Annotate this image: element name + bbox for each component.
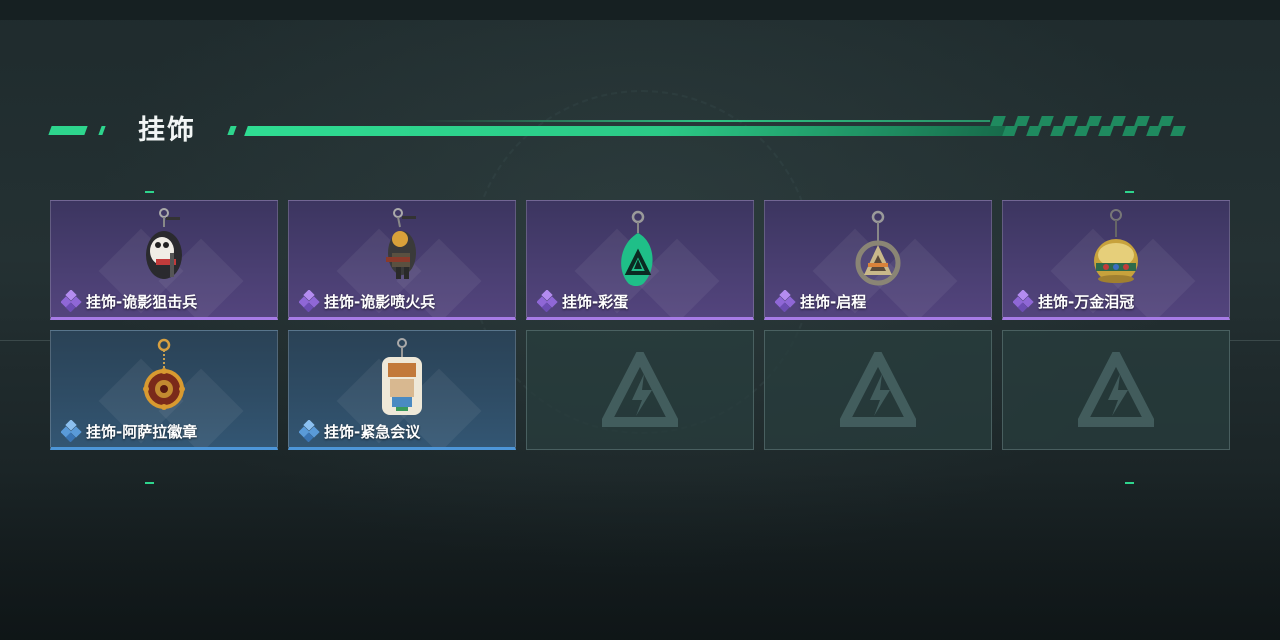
charm-card[interactable]: 挂饰-启程 — [764, 200, 992, 320]
charm-label: 挂饰-紧急会议 — [299, 420, 420, 442]
game-logo-icon — [1078, 352, 1154, 427]
charm-name: 挂饰-紧急会议 — [324, 422, 421, 441]
header-accent-bar — [98, 126, 106, 135]
charm-card[interactable]: 挂饰-诡影喷火兵 — [288, 200, 516, 320]
charm-label: 挂饰-阿萨拉徽章 — [61, 420, 197, 442]
rarity-diamond-icon — [775, 290, 796, 312]
charm-name: 挂饰-启程 — [800, 292, 867, 311]
rarity-diamond-icon — [1013, 290, 1034, 312]
charm-card[interactable]: 挂饰-紧急会议 — [288, 330, 516, 450]
charm-card[interactable]: 挂饰-诡影狙击兵 — [50, 200, 278, 320]
top-bar — [0, 0, 1280, 20]
header-progress-bar — [244, 126, 1008, 136]
golden-crown-charm-icon — [1094, 209, 1138, 283]
charm-label: 挂饰-诡影狙击兵 — [61, 290, 197, 312]
header-checker-pattern — [990, 116, 1202, 138]
rarity-diamond-icon — [299, 420, 320, 442]
header-accent-bar — [227, 126, 237, 135]
charm-card[interactable]: 挂饰-阿萨拉徽章 — [50, 330, 278, 450]
easter-egg-charm-icon — [621, 210, 653, 286]
rarity-diamond-icon — [537, 290, 558, 312]
charm-name: 挂饰-诡影喷火兵 — [324, 292, 436, 311]
charm-name: 挂饰-彩蛋 — [562, 292, 629, 311]
corner-tick — [145, 191, 154, 193]
left-guide-line — [0, 340, 50, 341]
charm-label: 挂饰-万金泪冠 — [1013, 290, 1134, 312]
charm-label: 挂饰-诡影喷火兵 — [299, 290, 435, 312]
charm-name: 挂饰-诡影狙击兵 — [86, 292, 198, 311]
corner-tick — [1125, 191, 1134, 193]
game-logo-icon — [840, 352, 916, 427]
charm-label: 挂饰-启程 — [775, 290, 866, 312]
section-header: 挂饰 — [0, 100, 1280, 160]
corner-tick — [1125, 482, 1134, 484]
rarity-diamond-icon — [299, 290, 320, 312]
rarity-diamond-icon — [61, 420, 82, 442]
corner-tick — [145, 482, 154, 484]
empty-slot[interactable] — [526, 330, 754, 450]
rarity-diamond-icon — [61, 290, 82, 312]
empty-slot[interactable] — [1002, 330, 1230, 450]
charm-card[interactable]: 挂饰-彩蛋 — [526, 200, 754, 320]
game-logo-icon — [602, 352, 678, 427]
header-thin-line — [420, 120, 990, 122]
charm-name: 挂饰-万金泪冠 — [1038, 292, 1135, 311]
sniper-figure-charm-icon — [146, 208, 182, 279]
asala-badge-charm-icon — [143, 338, 185, 410]
charm-name: 挂饰-阿萨拉徽章 — [86, 422, 198, 441]
right-guide-line — [1230, 340, 1280, 341]
header-accent-bar — [48, 126, 88, 135]
page-title: 挂饰 — [138, 115, 196, 146]
charm-grid: 挂饰-诡影狙击兵 挂饰-诡影喷火兵 挂饰-彩蛋 挂饰-启程 挂饰-万金泪冠 挂饰… — [50, 200, 1230, 450]
charm-card[interactable]: 挂饰-万金泪冠 — [1002, 200, 1230, 320]
flamethrower-figure-charm-icon — [386, 208, 416, 279]
charm-label: 挂饰-彩蛋 — [537, 290, 628, 312]
departure-ring-charm-icon — [855, 210, 901, 286]
emergency-meeting-charm-icon — [382, 338, 422, 415]
background-shade — [0, 470, 1280, 640]
empty-slot[interactable] — [764, 330, 992, 450]
